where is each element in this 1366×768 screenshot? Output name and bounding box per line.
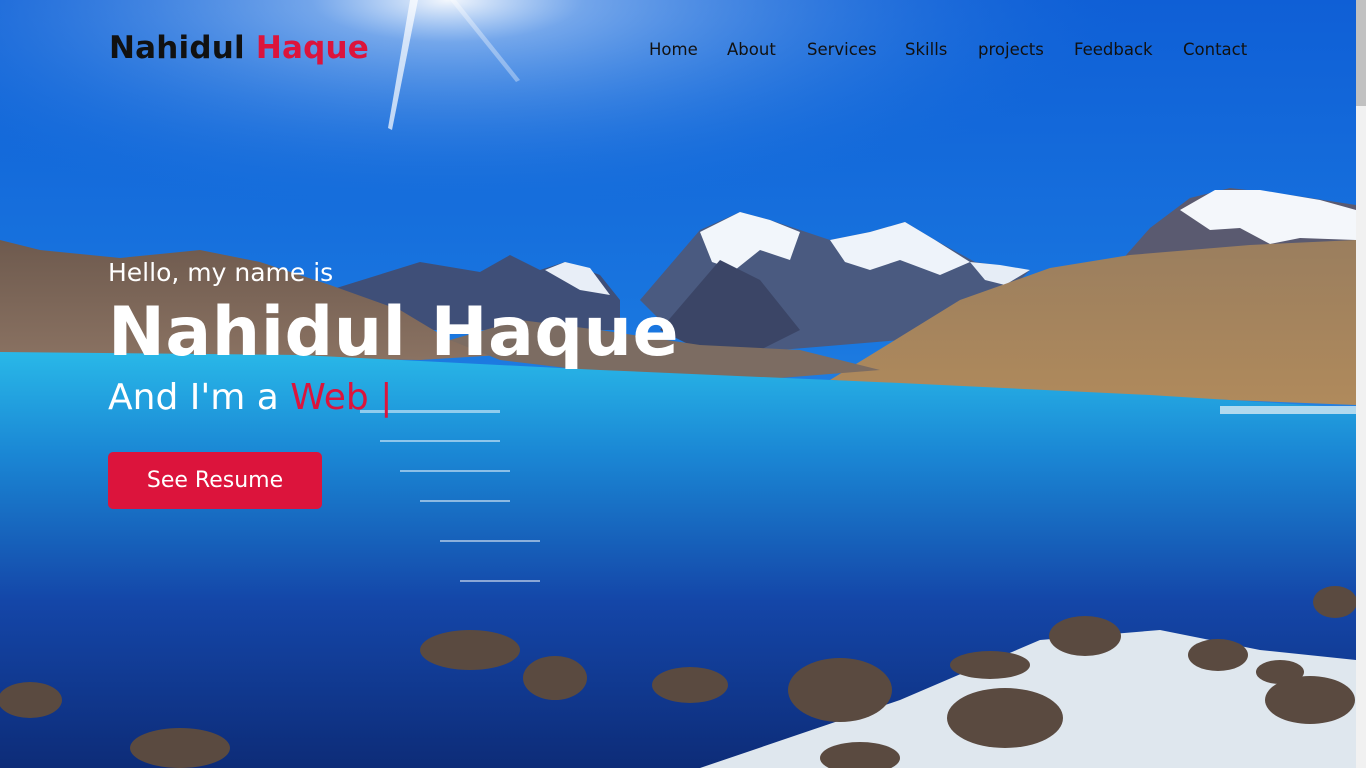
site-logo[interactable]: Nahidul Haque [109, 30, 369, 66]
nav-item-home: Home [649, 40, 698, 59]
nav-item-about: About [727, 40, 776, 59]
nav-link-contact[interactable]: Contact [1183, 40, 1247, 59]
nav-item-skills: Skills [905, 40, 947, 59]
nav-link-skills[interactable]: Skills [905, 40, 947, 59]
nav-item-feedback: Feedback [1074, 40, 1153, 59]
hero-name: Nahidul Haque [108, 293, 680, 372]
hero-content: Hello, my name is Nahidul Haque And I'm … [108, 255, 679, 421]
see-resume-button[interactable]: See Resume [108, 452, 322, 509]
nav-link-projects[interactable]: projects [978, 40, 1044, 59]
logo-last-name: Haque [255, 30, 370, 66]
hero-role-typed: Web | [290, 377, 393, 418]
hero-role-prefix: And I'm a [108, 377, 291, 418]
page-scrollbar[interactable] [1356, 0, 1366, 768]
hero-greeting: Hello, my name is [108, 258, 334, 287]
portfolio-page: Nahidul Haque Home About Services Skills… [0, 0, 1366, 768]
nav-item-services: Services [807, 40, 877, 59]
nav-link-home[interactable]: Home [649, 40, 698, 59]
nav-link-services[interactable]: Services [807, 40, 877, 59]
scrollbar-thumb[interactable] [1356, 0, 1366, 106]
hero-role: And I'm a Web | [108, 375, 679, 421]
nav-item-contact: Contact [1183, 40, 1247, 59]
logo-first-name: Nahidul [109, 30, 245, 66]
navbar: Nahidul Haque Home About Services Skills… [0, 0, 1356, 100]
nav-link-about[interactable]: About [727, 40, 776, 59]
nav-link-feedback[interactable]: Feedback [1074, 40, 1153, 59]
nav-item-projects: projects [978, 40, 1044, 59]
